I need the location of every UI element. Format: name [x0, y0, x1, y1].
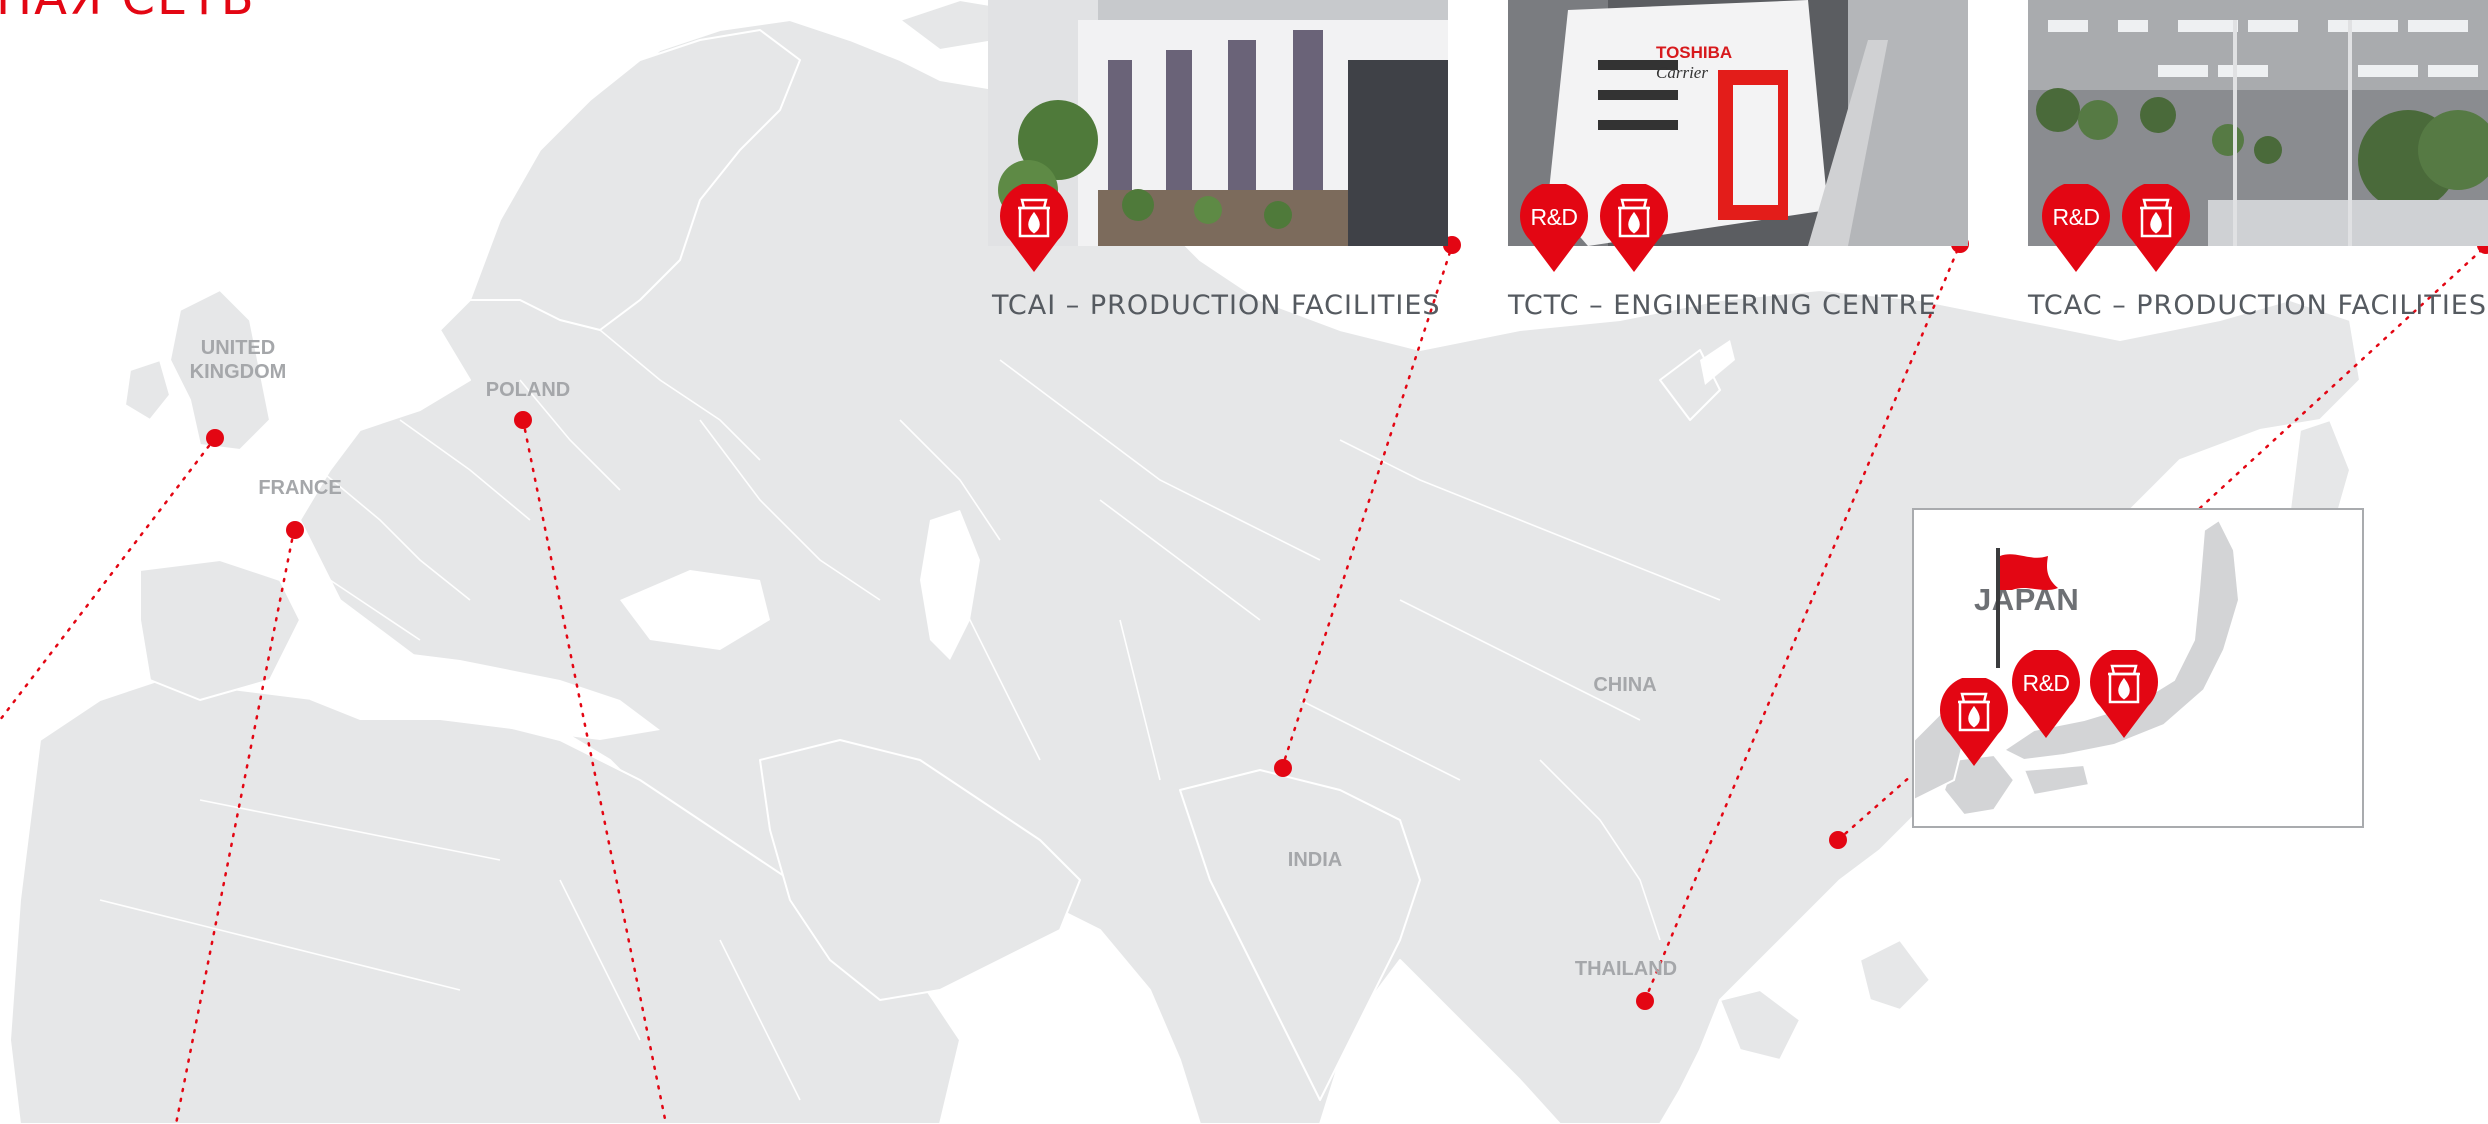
rd-label: R&D — [2052, 204, 2100, 230]
location-dot-france — [286, 521, 304, 539]
caption-tctc: TCTC – ENGINEERING CENTRE — [1508, 290, 1937, 321]
caption-tcai: TCAI – PRODUCTION FACILITIES — [992, 290, 1441, 321]
country-label-france: FRANCE — [258, 477, 342, 499]
japan-shikoku — [2022, 763, 2091, 797]
pin-tctc-factory[interactable] — [1600, 184, 1668, 272]
carrier-sign: Carrier — [1656, 63, 1708, 82]
iberia-landmass — [139, 559, 301, 701]
country-label-poland: POLAND — [485, 379, 571, 401]
location-dot-thailand — [1636, 992, 1654, 1010]
location-dot-china — [1829, 831, 1847, 849]
country-label-uk: UNITED KINGDOM — [189, 337, 287, 383]
country-label-thailand: THAILAND — [1574, 958, 1678, 980]
japan-inset: JAPAN R&D — [1912, 508, 2364, 828]
rd-label: R&D — [1530, 204, 1578, 230]
pin-tctc-rd[interactable]: R&D — [1520, 184, 1588, 272]
country-label-china: CHINA — [1593, 674, 1657, 696]
page-title: НАЯ СЕТЬ — [0, 0, 256, 26]
country-label-india: INDIA — [1287, 849, 1343, 871]
location-dot-poland — [514, 411, 532, 429]
pin-japan-factory-1[interactable] — [1940, 678, 2008, 766]
caption-tcac: TCAC – PRODUCTION FACILITIES — [2028, 290, 2487, 321]
pin-tcac-factory[interactable] — [2122, 184, 2190, 272]
location-dot-uk — [206, 429, 224, 447]
pin-tcai-factory[interactable] — [1000, 184, 1068, 272]
pin-japan-factory-2[interactable] — [2090, 650, 2158, 738]
flag-icon — [1996, 548, 2058, 668]
ireland-landmass — [124, 359, 171, 421]
toshiba-sign: TOSHIBA — [1656, 43, 1732, 62]
location-dot-india — [1274, 759, 1292, 777]
pin-tcac-rd[interactable]: R&D — [2042, 184, 2110, 272]
